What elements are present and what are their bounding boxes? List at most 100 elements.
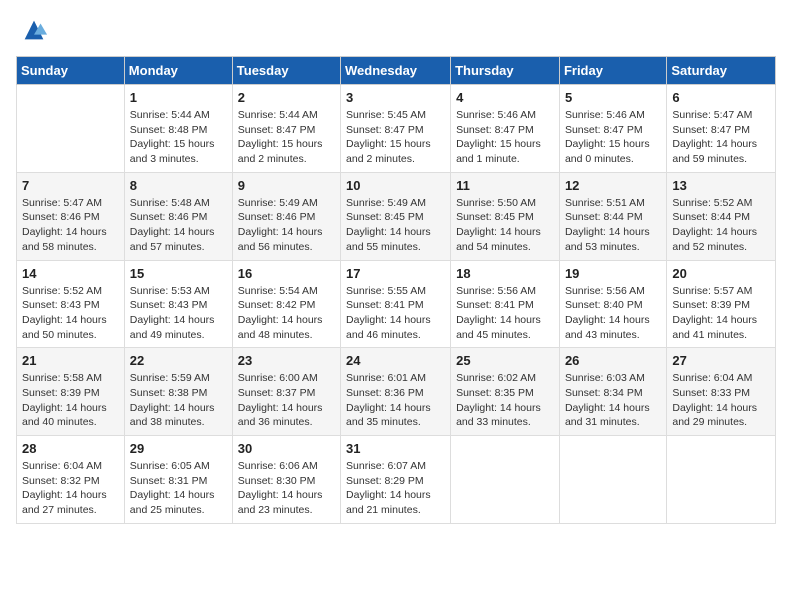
day-info: Sunrise: 5:55 AMSunset: 8:41 PMDaylight:… [346, 284, 445, 343]
calendar-table: SundayMondayTuesdayWednesdayThursdayFrid… [16, 56, 776, 524]
day-number: 25 [456, 353, 554, 368]
day-info: Sunrise: 5:56 AMSunset: 8:41 PMDaylight:… [456, 284, 554, 343]
day-number: 19 [565, 266, 661, 281]
week-row-2: 14 Sunrise: 5:52 AMSunset: 8:43 PMDayligh… [17, 260, 776, 348]
calendar-cell: 21Sunrise: 5:58 AMSunset: 8:39 PMDayligh… [17, 348, 125, 436]
calendar-cell [667, 436, 776, 524]
day-number: 29 [130, 441, 227, 456]
week-row-4: 28 Sunrise: 6:04 AMSunset: 8:32 PMDayligh… [17, 436, 776, 524]
day-info: Sunrise: 5:57 AMSunset: 8:39 PMDaylight:… [672, 284, 770, 343]
day-number: 13 [672, 178, 770, 193]
day-number: 4 [456, 90, 554, 105]
day-number: 5 [565, 90, 661, 105]
calendar-cell: 15 Sunrise: 5:53 AMSunset: 8:43 PMDayligh… [124, 260, 232, 348]
calendar-cell [451, 436, 560, 524]
day-number: 23 [238, 353, 335, 368]
day-number: 20 [672, 266, 770, 281]
day-info: Sunrise: 5:46 AMSunset: 8:47 PMDaylight:… [565, 108, 661, 167]
day-header-sunday: Sunday [17, 57, 125, 85]
calendar-cell: 12 Sunrise: 5:51 AMSunset: 8:44 PMDayligh… [559, 172, 666, 260]
day-info: Sunrise: 5:47 AMSunset: 8:47 PMDaylight:… [672, 108, 770, 167]
day-info: Sunrise: 6:01 AMSunset: 8:36 PMDaylight:… [346, 371, 445, 430]
day-info: Sunrise: 5:53 AMSunset: 8:43 PMDaylight:… [130, 284, 227, 343]
calendar-cell: 1 Sunrise: 5:44 AMSunset: 8:48 PMDaylight… [124, 85, 232, 173]
day-number: 15 [130, 266, 227, 281]
day-number: 16 [238, 266, 335, 281]
day-number: 30 [238, 441, 335, 456]
day-header-thursday: Thursday [451, 57, 560, 85]
day-number: 6 [672, 90, 770, 105]
calendar-cell: 14 Sunrise: 5:52 AMSunset: 8:43 PMDayligh… [17, 260, 125, 348]
day-number: 21 [22, 353, 119, 368]
day-info: Sunrise: 5:48 AMSunset: 8:46 PMDaylight:… [130, 196, 227, 255]
day-number: 22 [130, 353, 227, 368]
day-number: 17 [346, 266, 445, 281]
week-row-1: 7 Sunrise: 5:47 AMSunset: 8:46 PMDaylight… [17, 172, 776, 260]
calendar-cell: 30 Sunrise: 6:06 AMSunset: 8:30 PMDayligh… [232, 436, 340, 524]
calendar-cell: 26 Sunrise: 6:03 AMSunset: 8:34 PMDayligh… [559, 348, 666, 436]
calendar-cell: 19 Sunrise: 5:56 AMSunset: 8:40 PMDayligh… [559, 260, 666, 348]
day-info: Sunrise: 5:51 AMSunset: 8:44 PMDaylight:… [565, 196, 661, 255]
day-info: Sunrise: 5:56 AMSunset: 8:40 PMDaylight:… [565, 284, 661, 343]
day-info: Sunrise: 6:04 AMSunset: 8:32 PMDaylight:… [22, 459, 119, 518]
day-info: Sunrise: 6:03 AMSunset: 8:34 PMDaylight:… [565, 371, 661, 430]
calendar-cell: 25 Sunrise: 6:02 AMSunset: 8:35 PMDayligh… [451, 348, 560, 436]
day-info: Sunrise: 5:52 AMSunset: 8:43 PMDaylight:… [22, 284, 119, 343]
day-number: 1 [130, 90, 227, 105]
day-number: 7 [22, 178, 119, 193]
day-header-wednesday: Wednesday [341, 57, 451, 85]
day-info: Sunrise: 5:44 AMSunset: 8:48 PMDaylight:… [130, 108, 227, 167]
logo-icon [20, 16, 48, 44]
calendar-cell: 8Sunrise: 5:48 AMSunset: 8:46 PMDaylight… [124, 172, 232, 260]
calendar-cell: 6 Sunrise: 5:47 AMSunset: 8:47 PMDaylight… [667, 85, 776, 173]
day-header-monday: Monday [124, 57, 232, 85]
day-info: Sunrise: 5:49 AMSunset: 8:45 PMDaylight:… [346, 196, 445, 255]
day-info: Sunrise: 5:45 AMSunset: 8:47 PMDaylight:… [346, 108, 445, 167]
day-number: 11 [456, 178, 554, 193]
day-header-tuesday: Tuesday [232, 57, 340, 85]
calendar-cell: 18 Sunrise: 5:56 AMSunset: 8:41 PMDayligh… [451, 260, 560, 348]
day-info: Sunrise: 6:00 AMSunset: 8:37 PMDaylight:… [238, 371, 335, 430]
week-row-0: 1 Sunrise: 5:44 AMSunset: 8:48 PMDaylight… [17, 85, 776, 173]
day-info: Sunrise: 5:49 AMSunset: 8:46 PMDaylight:… [238, 196, 335, 255]
day-number: 12 [565, 178, 661, 193]
day-number: 24 [346, 353, 445, 368]
day-number: 28 [22, 441, 119, 456]
calendar-cell: 22 Sunrise: 5:59 AMSunset: 8:38 PMDayligh… [124, 348, 232, 436]
calendar-cell: 2Sunrise: 5:44 AMSunset: 8:47 PMDaylight… [232, 85, 340, 173]
day-info: Sunrise: 6:07 AMSunset: 8:29 PMDaylight:… [346, 459, 445, 518]
calendar-cell [17, 85, 125, 173]
day-number: 2 [238, 90, 335, 105]
day-info: Sunrise: 6:04 AMSunset: 8:33 PMDaylight:… [672, 371, 770, 430]
calendar-cell: 7 Sunrise: 5:47 AMSunset: 8:46 PMDaylight… [17, 172, 125, 260]
day-number: 31 [346, 441, 445, 456]
day-header-friday: Friday [559, 57, 666, 85]
day-number: 14 [22, 266, 119, 281]
day-number: 27 [672, 353, 770, 368]
day-info: Sunrise: 5:46 AMSunset: 8:47 PMDaylight:… [456, 108, 554, 167]
calendar-cell: 10 Sunrise: 5:49 AMSunset: 8:45 PMDayligh… [341, 172, 451, 260]
calendar-cell [559, 436, 666, 524]
day-number: 18 [456, 266, 554, 281]
logo [16, 16, 48, 44]
day-number: 26 [565, 353, 661, 368]
calendar-cell: 9 Sunrise: 5:49 AMSunset: 8:46 PMDaylight… [232, 172, 340, 260]
week-row-3: 21Sunrise: 5:58 AMSunset: 8:39 PMDayligh… [17, 348, 776, 436]
day-info: Sunrise: 6:02 AMSunset: 8:35 PMDaylight:… [456, 371, 554, 430]
calendar-cell: 23 Sunrise: 6:00 AMSunset: 8:37 PMDayligh… [232, 348, 340, 436]
day-info: Sunrise: 5:54 AMSunset: 8:42 PMDaylight:… [238, 284, 335, 343]
page-header [16, 16, 776, 44]
day-number: 9 [238, 178, 335, 193]
calendar-cell: 27 Sunrise: 6:04 AMSunset: 8:33 PMDayligh… [667, 348, 776, 436]
day-number: 10 [346, 178, 445, 193]
calendar-cell: 16 Sunrise: 5:54 AMSunset: 8:42 PMDayligh… [232, 260, 340, 348]
day-info: Sunrise: 6:06 AMSunset: 8:30 PMDaylight:… [238, 459, 335, 518]
calendar-cell: 29Sunrise: 6:05 AMSunset: 8:31 PMDayligh… [124, 436, 232, 524]
calendar-cell: 3Sunrise: 5:45 AMSunset: 8:47 PMDaylight… [341, 85, 451, 173]
days-header-row: SundayMondayTuesdayWednesdayThursdayFrid… [17, 57, 776, 85]
calendar-cell: 24 Sunrise: 6:01 AMSunset: 8:36 PMDayligh… [341, 348, 451, 436]
day-info: Sunrise: 5:59 AMSunset: 8:38 PMDaylight:… [130, 371, 227, 430]
calendar-cell: 28 Sunrise: 6:04 AMSunset: 8:32 PMDayligh… [17, 436, 125, 524]
calendar-cell: 13Sunrise: 5:52 AMSunset: 8:44 PMDayligh… [667, 172, 776, 260]
day-info: Sunrise: 5:47 AMSunset: 8:46 PMDaylight:… [22, 196, 119, 255]
